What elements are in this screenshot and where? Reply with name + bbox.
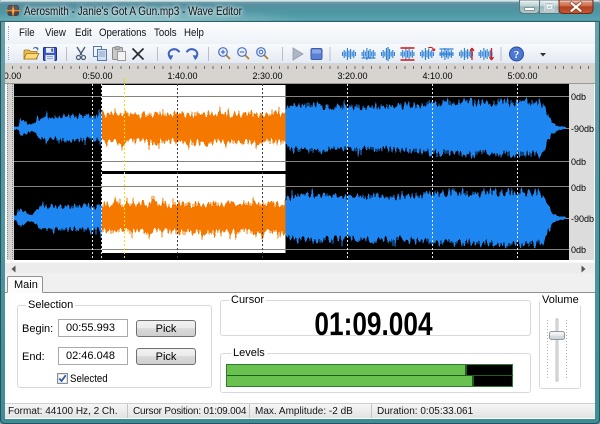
svg-text:0.00: 0.00 — [5, 71, 21, 81]
svg-text:-90db: -90db — [571, 214, 594, 224]
svg-text:1:40.00: 1:40.00 — [167, 71, 197, 81]
svg-text:0:50.00: 0:50.00 — [82, 71, 112, 81]
svg-text:0db: 0db — [571, 157, 586, 167]
svg-text:3:20.00: 3:20.00 — [337, 71, 367, 81]
svg-text:2:30.00: 2:30.00 — [252, 71, 282, 81]
svg-text:0db: 0db — [571, 92, 586, 102]
svg-text:0db: 0db — [571, 245, 586, 255]
svg-text:0db: 0db — [571, 183, 586, 193]
svg-text:?: ? — [514, 49, 520, 61]
svg-text:-90db: -90db — [571, 124, 594, 134]
svg-text:5:00.00: 5:00.00 — [507, 71, 537, 81]
svg-text:4:10.00: 4:10.00 — [422, 71, 452, 81]
